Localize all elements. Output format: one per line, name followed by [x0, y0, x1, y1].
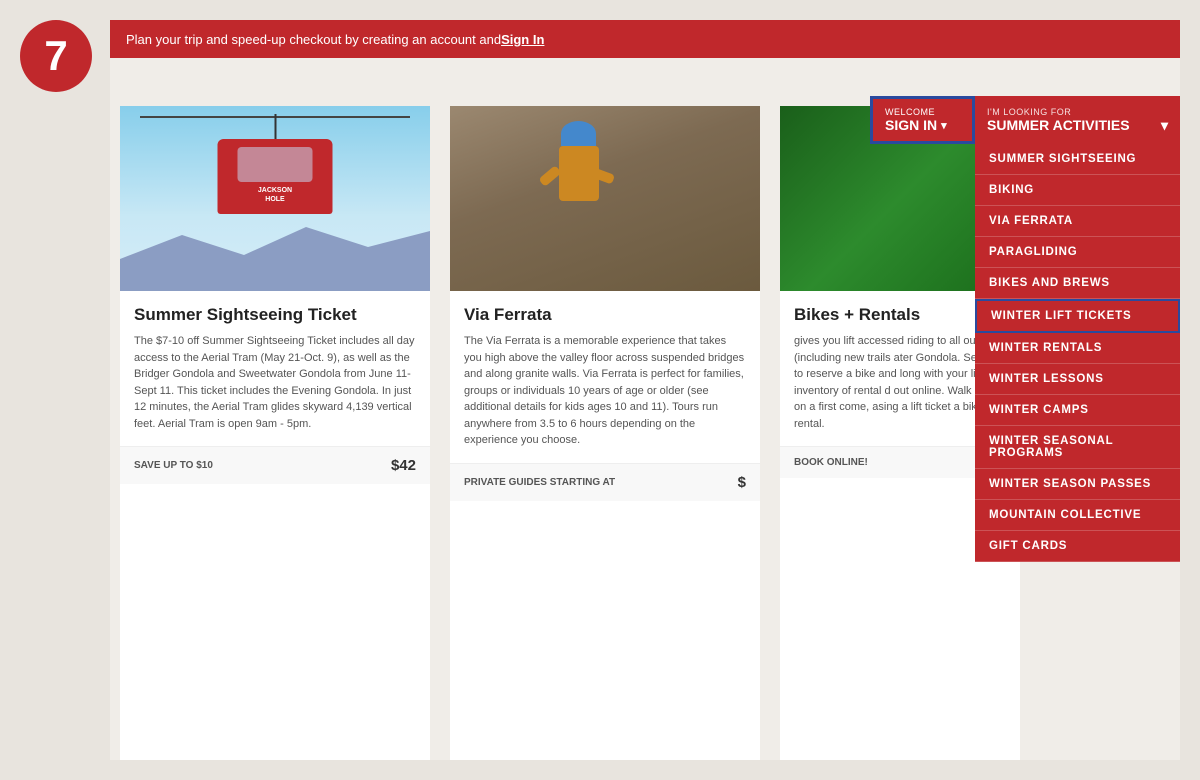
notification-bar: Plan your trip and speed-up checkout by … — [110, 20, 1180, 58]
welcome-label: WELCOME — [885, 107, 960, 117]
climbing-image — [450, 106, 760, 291]
card-price-sightseeing: $42 — [391, 457, 416, 474]
im-looking-label: I'M LOOKING FOR — [987, 107, 1168, 117]
gondola-image: JACKSONHOLE — [120, 106, 430, 291]
menu-item-bikes-and-brews[interactable]: BIKES AND BREWS — [975, 268, 1180, 299]
dropdown-container: WELCOME SIGN IN ▾ I'M LOOKING FOR SUMMER… — [870, 96, 1180, 562]
card-image-gondola: JACKSONHOLE — [120, 106, 430, 291]
card-via-ferrata: Via Ferrata The Via Ferrata is a memorab… — [450, 106, 760, 760]
menu-item-winter-lift-tickets[interactable]: WINTER LIFT TICKETS — [975, 299, 1180, 333]
card-footer-sightseeing: SAVE UP TO $10 $42 — [120, 446, 430, 484]
card-price-via-ferrata: $ — [738, 474, 746, 491]
signin-link[interactable]: Sign In — [501, 32, 544, 47]
dropdown-header-row: WELCOME SIGN IN ▾ I'M LOOKING FOR SUMMER… — [870, 96, 1180, 144]
menu-item-winter-season-passes[interactable]: WINTER SEASON PASSES — [975, 469, 1180, 500]
menu-item-summer-sightseeing[interactable]: SUMMER SIGHTSEEING — [975, 144, 1180, 175]
summer-activity-label: SUMMER ACTIVITIES ▾ — [987, 117, 1168, 134]
card-text-via-ferrata: The Via Ferrata is a memorable experienc… — [464, 333, 746, 449]
notif-text: Plan your trip and speed-up checkout by … — [126, 32, 501, 47]
menu-item-gift-cards[interactable]: GIFT CARDS — [975, 531, 1180, 562]
card-footer-via-ferrata: PRIVATE GUIDES STARTING AT $ — [450, 463, 760, 501]
card-image-climbing — [450, 106, 760, 291]
menu-item-mountain-collective[interactable]: MOUNTAIN COLLECTIVE — [975, 500, 1180, 531]
card-title-sightseeing: Summer Sightseeing Ticket — [134, 305, 416, 325]
menu-item-winter-rentals[interactable]: WINTER RENTALS — [975, 333, 1180, 364]
step-badge: 7 — [20, 20, 92, 92]
card-body-sightseeing: Summer Sightseeing Ticket The $7-10 off … — [120, 291, 430, 446]
card-save-sightseeing: SAVE UP TO $10 — [134, 460, 213, 471]
im-looking-section[interactable]: I'M LOOKING FOR SUMMER ACTIVITIES ▾ — [975, 96, 1180, 144]
signin-label: SIGN IN ▾ — [885, 117, 960, 133]
menu-item-paragliding[interactable]: PARAGLIDING — [975, 237, 1180, 268]
card-body-via-ferrata: Via Ferrata The Via Ferrata is a memorab… — [450, 291, 760, 463]
menu-item-winter-lessons[interactable]: WINTER LESSONS — [975, 364, 1180, 395]
welcome-section[interactable]: WELCOME SIGN IN ▾ — [870, 96, 975, 144]
menu-item-biking[interactable]: BIKING — [975, 175, 1180, 206]
climber-figure — [559, 121, 599, 201]
content-area: JACKSONHOLE Summer Sightseeing Ticket Th… — [110, 96, 1180, 760]
card-text-sightseeing: The $7-10 off Summer Sightseeing Ticket … — [134, 333, 416, 432]
main-container: Plan your trip and speed-up checkout by … — [110, 20, 1180, 760]
card-save-via-ferrata: PRIVATE GUIDES STARTING AT — [464, 477, 615, 488]
card-title-via-ferrata: Via Ferrata — [464, 305, 746, 325]
menu-item-via-ferrata[interactable]: VIA FERRATA — [975, 206, 1180, 237]
dropdown-menu: SUMMER SIGHTSEEING BIKING VIA FERRATA PA… — [975, 144, 1180, 562]
card-save-bikes: BOOK ONLINE! — [794, 457, 868, 468]
card-sightseeing: JACKSONHOLE Summer Sightseeing Ticket Th… — [120, 106, 430, 760]
menu-item-winter-camps[interactable]: WINTER CAMPS — [975, 395, 1180, 426]
menu-item-winter-seasonal-programs[interactable]: WINTER SEASONAL PROGRAMS — [975, 426, 1180, 469]
